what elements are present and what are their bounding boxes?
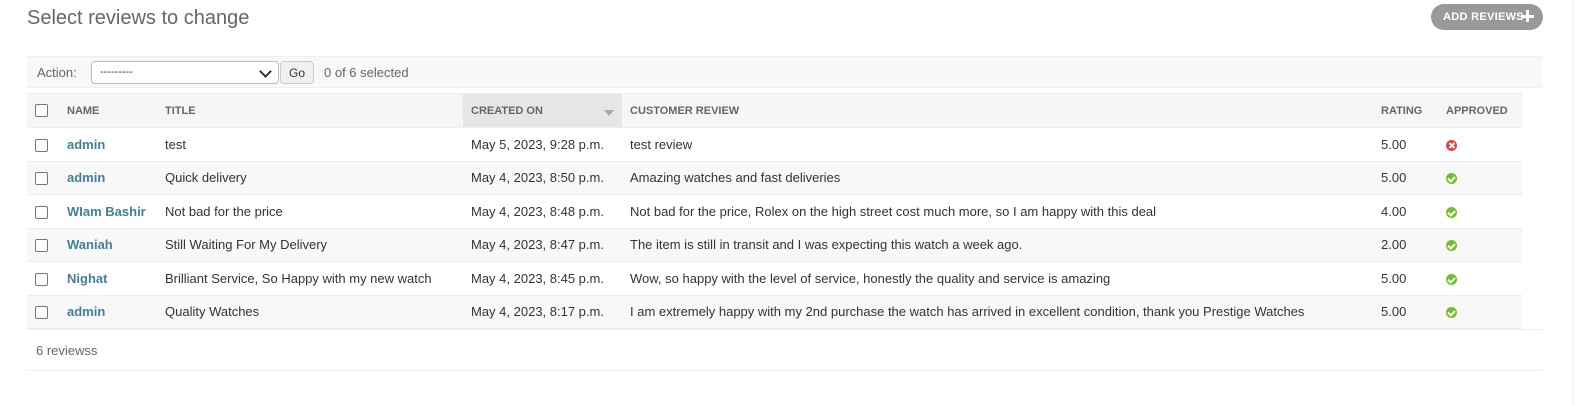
- paginator: 6 reviewss: [27, 329, 1542, 371]
- action-select-value: ---------: [100, 66, 133, 78]
- go-button[interactable]: Go: [280, 61, 314, 84]
- table-header-row: NAME TITLE CREATED ON CUSTOMER REVIEW RA…: [27, 93, 1522, 128]
- customer-review-cell: Not bad for the price, Rolex on the high…: [622, 194, 1373, 229]
- rating-cell: 5.00: [1373, 261, 1438, 296]
- page-scrollbar[interactable]: [1565, 0, 1590, 405]
- x-circle-icon: [1446, 139, 1457, 151]
- check-circle-icon: [1446, 273, 1457, 285]
- title-cell: Not bad for the price: [157, 194, 463, 229]
- table-row: WIam Bashir Not bad for the price May 4, 2…: [27, 194, 1522, 229]
- add-reviews-label: ADD REVIEWS: [1443, 11, 1524, 23]
- plus-icon: [1521, 9, 1535, 23]
- results-table-container: NAME TITLE CREATED ON CUSTOMER REVIEW RA…: [27, 93, 1522, 329]
- column-header-created-on-label: CREATED ON: [471, 104, 543, 117]
- chevron-down-icon: [259, 65, 272, 78]
- row-checkbox[interactable]: [35, 272, 48, 286]
- column-header-name[interactable]: NAME: [59, 93, 157, 128]
- name-cell: Waniah: [59, 228, 157, 262]
- created-on-cell: May 4, 2023, 8:48 p.m.: [463, 194, 622, 229]
- add-reviews-button[interactable]: ADD REVIEWS: [1431, 4, 1543, 30]
- review-name-link[interactable]: Nighat: [67, 271, 107, 286]
- table-row: Waniah Still Waiting For My Delivery May 4…: [27, 228, 1522, 262]
- rating-cell: 2.00: [1373, 228, 1438, 262]
- column-header-title[interactable]: TITLE: [157, 93, 463, 128]
- created-on-cell: May 4, 2023, 8:45 p.m.: [463, 261, 622, 296]
- row-checkbox[interactable]: [35, 138, 48, 152]
- column-header-approved[interactable]: APPROVED: [1438, 93, 1522, 128]
- approved-cell: [1438, 261, 1522, 296]
- review-name-link[interactable]: admin: [67, 137, 105, 152]
- customer-review-cell: The item is still in transit and I was e…: [622, 228, 1373, 262]
- row-checkbox[interactable]: [35, 172, 48, 186]
- customer-review-cell: Wow, so happy with the level of service,…: [622, 261, 1373, 296]
- title-cell: Quick delivery: [157, 161, 463, 195]
- table-row: admin Quality Watches May 4, 2023, 8:17 p.…: [27, 295, 1522, 329]
- created-on-cell: May 4, 2023, 8:47 p.m.: [463, 228, 622, 262]
- column-header-rating[interactable]: RATING: [1373, 93, 1438, 128]
- title-cell: Brilliant Service, So Happy with my new …: [157, 261, 463, 296]
- name-cell: admin: [59, 127, 157, 162]
- customer-review-cell: I am extremely happy with my 2nd purchas…: [622, 295, 1373, 329]
- approved-cell: [1438, 127, 1522, 162]
- row-select-cell: [27, 295, 59, 329]
- rating-cell: 5.00: [1373, 295, 1438, 329]
- title-cell: test: [157, 127, 463, 162]
- customer-review-cell: test review: [622, 127, 1373, 162]
- selection-counter: 0 of 6 selected: [324, 65, 409, 80]
- created-on-cell: May 4, 2023, 8:17 p.m.: [463, 295, 622, 329]
- row-checkbox[interactable]: [35, 205, 48, 219]
- select-all-checkbox[interactable]: [35, 104, 48, 117]
- action-label: Action:: [37, 65, 77, 80]
- approved-cell: [1438, 228, 1522, 262]
- name-cell: admin: [59, 295, 157, 329]
- check-circle-icon: [1446, 173, 1457, 185]
- actions-bar: Action: --------- Go 0 of 6 selected: [27, 56, 1542, 88]
- name-cell: Nighat: [59, 261, 157, 296]
- title-cell: Still Waiting For My Delivery: [157, 228, 463, 262]
- table-row: admin Quick delivery May 4, 2023, 8:50 p.m…: [27, 161, 1522, 195]
- title-cell: Quality Watches: [157, 295, 463, 329]
- name-cell: admin: [59, 161, 157, 195]
- created-on-cell: May 4, 2023, 8:50 p.m.: [463, 161, 622, 195]
- row-select-cell: [27, 194, 59, 229]
- name-cell: WIam Bashir: [59, 194, 157, 229]
- row-select-cell: [27, 228, 59, 262]
- rating-cell: 5.00: [1373, 127, 1438, 162]
- created-on-cell: May 5, 2023, 9:28 p.m.: [463, 127, 622, 162]
- check-circle-icon: [1446, 206, 1457, 218]
- check-circle-icon: [1446, 240, 1457, 252]
- review-name-link[interactable]: admin: [67, 170, 105, 185]
- action-select[interactable]: ---------: [91, 61, 279, 84]
- row-select-cell: [27, 261, 59, 296]
- table-row: admin test May 5, 2023, 9:28 p.m. test revi…: [27, 127, 1522, 162]
- table-row: Nighat Brilliant Service, So Happy with m…: [27, 261, 1522, 296]
- customer-review-cell: Amazing watches and fast deliveries: [622, 161, 1373, 195]
- row-checkbox[interactable]: [35, 306, 48, 320]
- results-table: NAME TITLE CREATED ON CUSTOMER REVIEW RA…: [27, 93, 1522, 329]
- column-header-created-on[interactable]: CREATED ON: [463, 93, 622, 128]
- row-select-cell: [27, 127, 59, 162]
- column-header-customer-review[interactable]: CUSTOMER REVIEW: [622, 93, 1373, 128]
- review-name-link[interactable]: Waniah: [67, 237, 113, 252]
- approved-cell: [1438, 194, 1522, 229]
- rating-cell: 5.00: [1373, 161, 1438, 195]
- row-checkbox[interactable]: [35, 239, 48, 253]
- rating-cell: 4.00: [1373, 194, 1438, 229]
- review-name-link[interactable]: WIam Bashir: [67, 204, 146, 219]
- check-circle-icon: [1446, 307, 1457, 319]
- page-title: Select reviews to change: [27, 7, 250, 29]
- approved-cell: [1438, 295, 1522, 329]
- review-name-link[interactable]: admin: [67, 304, 105, 319]
- row-select-cell: [27, 161, 59, 195]
- select-all-header: [27, 93, 59, 128]
- sort-desc-icon[interactable]: [604, 110, 614, 116]
- approved-cell: [1438, 161, 1522, 195]
